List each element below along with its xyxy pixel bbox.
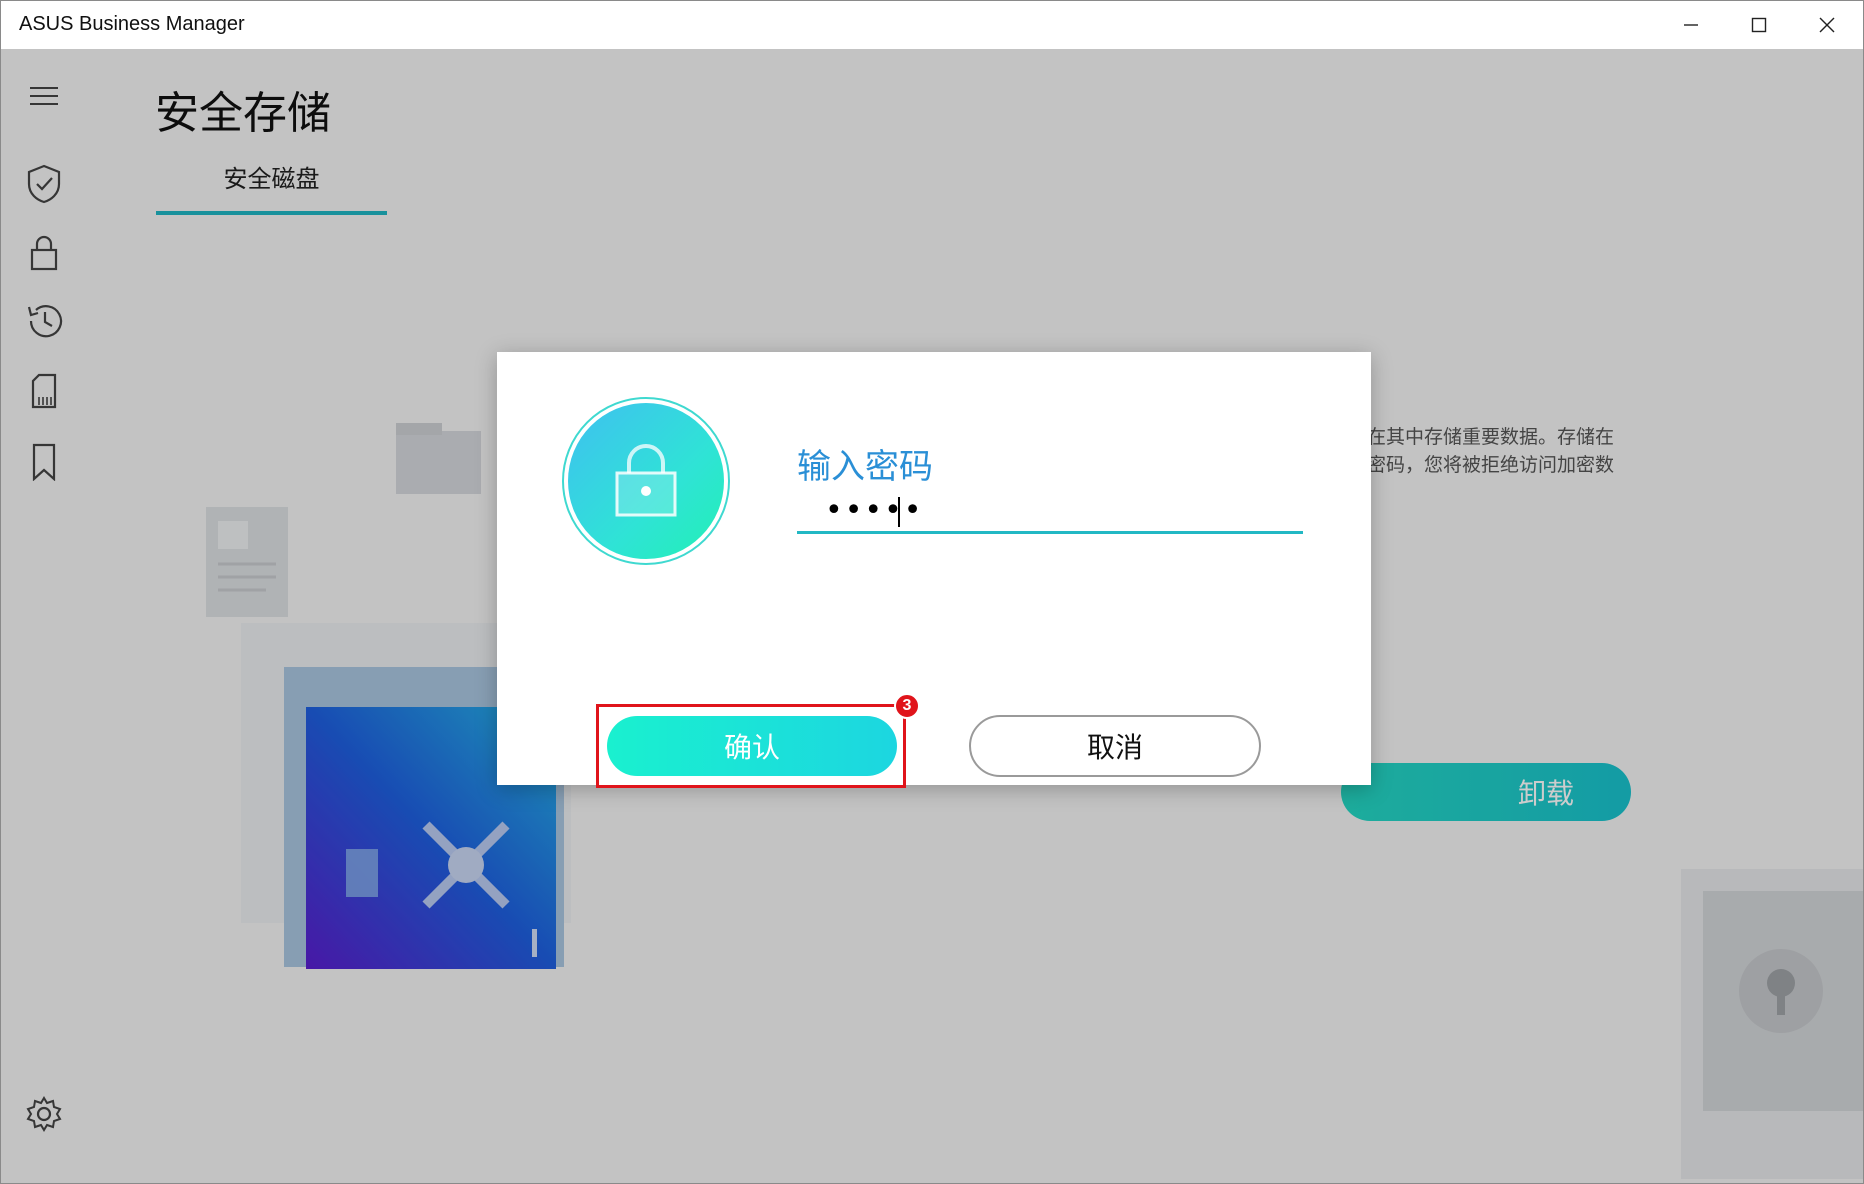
minimize-button[interactable] xyxy=(1657,1,1725,49)
app-window: ASUS Business Manager 安全存储 安全磁盘 在其中存储重要数… xyxy=(0,0,1864,1184)
maximize-icon xyxy=(1751,17,1767,33)
lock-icon xyxy=(615,444,677,517)
maximize-button[interactable] xyxy=(1725,1,1793,49)
confirm-button[interactable]: 确认 xyxy=(607,716,897,776)
text-caret xyxy=(898,497,900,527)
cancel-button[interactable]: 取消 xyxy=(969,715,1261,777)
password-input[interactable] xyxy=(797,490,1303,534)
dialog-title: 输入密码 xyxy=(797,447,933,487)
title-bar: ASUS Business Manager xyxy=(1,1,1863,49)
close-button[interactable] xyxy=(1793,1,1861,49)
step-badge: 3 xyxy=(894,693,920,719)
window-title: ASUS Business Manager xyxy=(19,13,245,35)
minimize-icon xyxy=(1684,24,1698,26)
password-dialog: 输入密码 确认 3 取消 xyxy=(497,352,1371,788)
close-icon xyxy=(1819,17,1835,33)
lock-badge xyxy=(568,403,724,559)
